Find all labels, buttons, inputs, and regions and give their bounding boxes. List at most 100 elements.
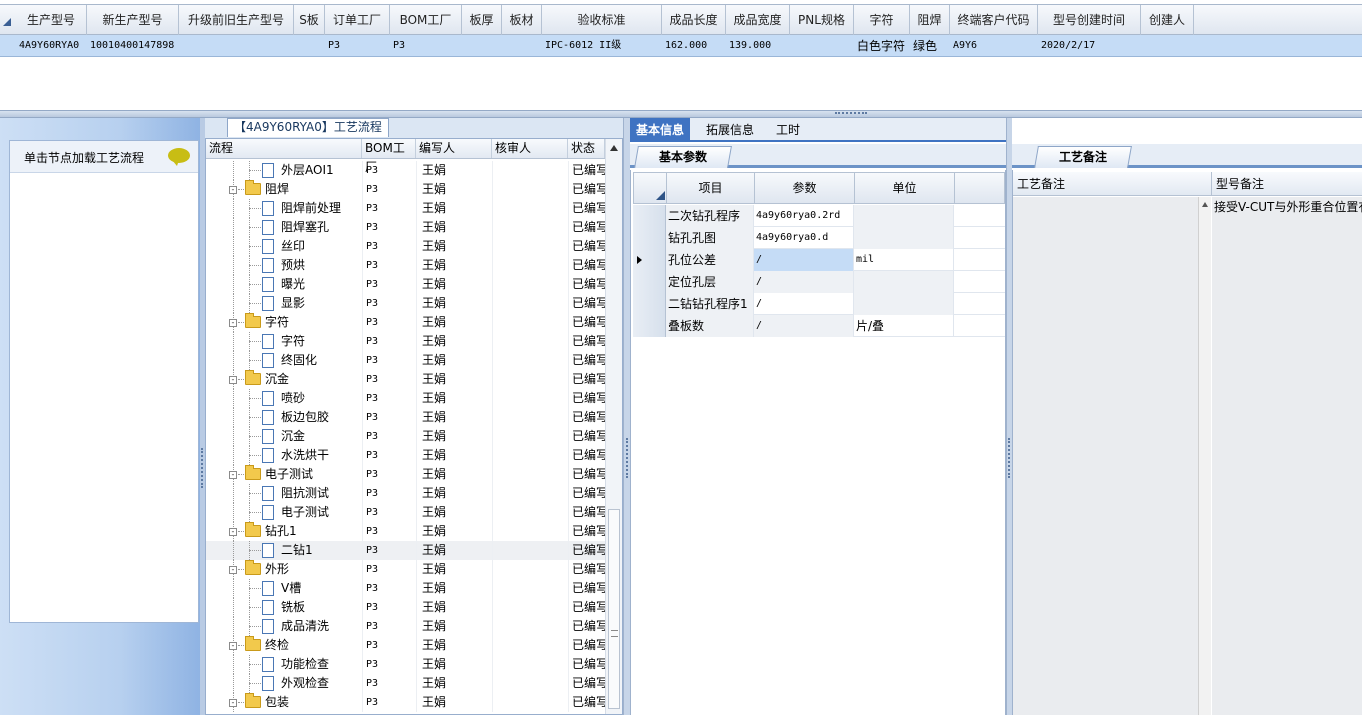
bom-factory-cell[interactable]: P3 [366, 389, 416, 408]
tree-node-cell[interactable]: 字符 [206, 332, 361, 351]
tree-node-group[interactable]: - 外形 P3 王娟 已编写 [206, 560, 606, 579]
bom-factory-cell[interactable]: P3 [366, 218, 416, 237]
horizontal-splitter[interactable] [0, 110, 1362, 118]
param-value-cell[interactable]: / [754, 249, 854, 271]
col-header[interactable]: 订单工厂 [325, 5, 390, 35]
reviewer-cell[interactable] [493, 161, 569, 180]
param-row[interactable]: 孔位公差 / mil [633, 249, 1005, 271]
middle-splitter[interactable] [623, 118, 630, 715]
status-cell[interactable]: 已编写 [572, 579, 606, 598]
author-cell[interactable]: 王娟 [422, 579, 492, 598]
tree-node-step[interactable]: 阻焊塞孔 P3 王娟 已编写 [206, 218, 606, 237]
tree-node-cell[interactable]: - 字符 [206, 313, 361, 332]
reviewer-cell[interactable] [493, 522, 569, 541]
tab-extended-info[interactable]: 拓展信息 [700, 118, 760, 142]
reviewer-cell[interactable] [493, 598, 569, 617]
author-cell[interactable]: 王娟 [422, 560, 492, 579]
bom-factory-cell[interactable]: P3 [366, 199, 416, 218]
author-cell[interactable]: 王娟 [422, 180, 492, 199]
cell[interactable] [462, 35, 502, 57]
col-header[interactable]: 流程 [206, 139, 362, 158]
author-cell[interactable]: 王娟 [422, 693, 492, 712]
bom-factory-cell[interactable]: P3 [366, 313, 416, 332]
tree-node-cell[interactable]: 显影 [206, 294, 361, 313]
status-cell[interactable]: 已编写 [572, 655, 606, 674]
author-cell[interactable]: 王娟 [422, 522, 492, 541]
tree-node-step[interactable]: V槽 P3 王娟 已编写 [206, 579, 606, 598]
author-cell[interactable]: 王娟 [422, 237, 492, 256]
tree-node-cell[interactable]: - 外形 [206, 560, 361, 579]
tab-basic-info[interactable]: 基本信息 [630, 118, 691, 142]
col-header[interactable]: 生产型号 [16, 5, 87, 35]
author-cell[interactable]: 王娟 [422, 161, 492, 180]
reviewer-cell[interactable] [493, 560, 569, 579]
author-cell[interactable]: 王娟 [422, 655, 492, 674]
cell[interactable] [502, 35, 542, 57]
model-grid-row[interactable]: 4A9Y60RYA0 10010400147898 P3 P3 IPC-6012… [0, 35, 1362, 57]
tree-node-step[interactable]: 字符 P3 王娟 已编写 [206, 332, 606, 351]
bom-factory-cell[interactable]: P3 [366, 332, 416, 351]
tree-node-cell[interactable]: - 电子测试 [206, 465, 361, 484]
status-cell[interactable]: 已编写 [572, 237, 606, 256]
param-item-cell[interactable]: 二钻钻孔程序1 [666, 293, 754, 315]
tree-scrollbar[interactable] [605, 139, 622, 714]
author-cell[interactable]: 王娟 [422, 294, 492, 313]
row-header[interactable] [633, 293, 666, 315]
tree-node-cell[interactable]: 阻焊塞孔 [206, 218, 361, 237]
row-header[interactable] [633, 271, 666, 293]
reviewer-cell[interactable] [493, 617, 569, 636]
col-header-process-remark[interactable]: 工艺备注 [1013, 172, 1212, 196]
cell[interactable] [179, 35, 294, 57]
col-header[interactable]: 成品宽度 [726, 5, 790, 35]
author-cell[interactable]: 王娟 [422, 256, 492, 275]
param-value-cell[interactable]: / [754, 315, 854, 337]
author-cell[interactable]: 王娟 [422, 408, 492, 427]
tree-node-cell[interactable]: 外层AOI1 [206, 161, 361, 180]
col-header[interactable]: 编写人 [416, 139, 492, 158]
bom-factory-cell[interactable]: P3 [366, 427, 416, 446]
param-item-cell[interactable]: 钻孔孔图 [666, 227, 754, 249]
param-unit-cell[interactable] [854, 205, 954, 227]
param-row[interactable]: 定位孔层 / [633, 271, 1005, 293]
author-cell[interactable]: 王娟 [422, 674, 492, 693]
tree-node-cell[interactable]: 阻抗测试 [206, 484, 361, 503]
tree-node-cell[interactable]: V槽 [206, 579, 361, 598]
status-cell[interactable]: 已编写 [572, 465, 606, 484]
col-header[interactable]: 项目 [667, 173, 755, 203]
param-unit-cell[interactable]: 片/叠 [854, 315, 954, 337]
bom-factory-cell[interactable]: P3 [366, 503, 416, 522]
status-cell[interactable]: 已编写 [572, 389, 606, 408]
param-item-cell[interactable]: 孔位公差 [666, 249, 754, 271]
col-header[interactable]: BOM工厂 [362, 139, 416, 174]
param-item-cell[interactable]: 叠板数 [666, 315, 754, 337]
author-cell[interactable]: 王娟 [422, 598, 492, 617]
param-unit-cell[interactable] [854, 271, 954, 293]
bom-factory-cell[interactable]: P3 [366, 294, 416, 313]
tree-node-group[interactable]: - 钻孔1 P3 王娟 已编写 [206, 522, 606, 541]
reviewer-cell[interactable] [493, 655, 569, 674]
cell[interactable]: 4A9Y60RYA0 [16, 35, 87, 57]
col-header[interactable]: 型号创建时间 [1038, 5, 1141, 35]
tree-node-group[interactable]: - 终检 P3 王娟 已编写 [206, 636, 606, 655]
bom-factory-cell[interactable]: P3 [366, 598, 416, 617]
bom-factory-cell[interactable]: P3 [366, 275, 416, 294]
param-row[interactable]: 二次钻孔程序 4a9y60rya0.2rd [633, 205, 1005, 227]
cell[interactable]: IPC-6012 II级 [542, 35, 662, 57]
reviewer-cell[interactable] [493, 237, 569, 256]
bom-factory-cell[interactable]: P3 [366, 446, 416, 465]
reviewer-cell[interactable] [493, 484, 569, 503]
tree-node-cell[interactable]: 功能检查 [206, 655, 361, 674]
reviewer-cell[interactable] [493, 351, 569, 370]
tree-node-step[interactable]: 显影 P3 王娟 已编写 [206, 294, 606, 313]
status-cell[interactable]: 已编写 [572, 370, 606, 389]
tree-node-group[interactable]: - 阻焊 P3 王娟 已编写 [206, 180, 606, 199]
collapse-icon[interactable]: - [229, 186, 237, 194]
tree-node-cell[interactable]: - 沉金 [206, 370, 361, 389]
param-unit-cell[interactable] [854, 293, 954, 315]
bom-factory-cell[interactable]: P3 [366, 351, 416, 370]
reviewer-cell[interactable] [493, 636, 569, 655]
tree-node-cell[interactable]: 曝光 [206, 275, 361, 294]
tree-node-group[interactable]: - 电子测试 P3 王娟 已编写 [206, 465, 606, 484]
status-cell[interactable]: 已编写 [572, 256, 606, 275]
author-cell[interactable]: 王娟 [422, 332, 492, 351]
